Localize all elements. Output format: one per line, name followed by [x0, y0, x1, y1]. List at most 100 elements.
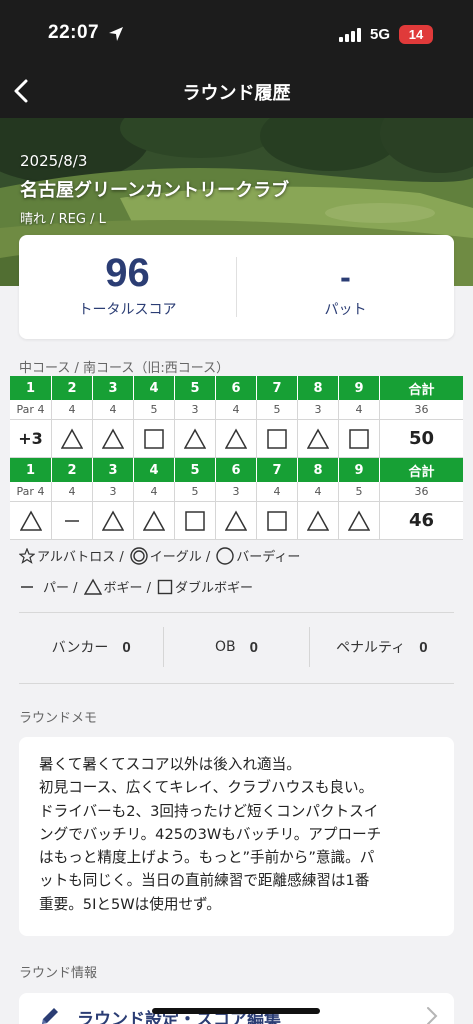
round-conditions: 晴れ / REG / L — [20, 212, 106, 227]
hole-number: 7 — [257, 376, 298, 400]
battery-level: 14 — [408, 27, 424, 42]
hole-number: 6 — [216, 376, 257, 400]
battery-icon: 14 — [399, 25, 433, 44]
hole-score — [298, 420, 339, 458]
hole-number: 6 — [216, 458, 257, 482]
hole-score — [298, 502, 339, 540]
bogey-triangle-icon — [102, 427, 124, 449]
putts-label: パット — [324, 302, 367, 318]
hole-par: 4 — [52, 482, 93, 502]
par-dash-icon — [65, 519, 79, 522]
hole-score — [93, 420, 134, 458]
score-summary-card: 96 トータルスコア - パット — [19, 235, 454, 339]
hole-par: 3 — [298, 400, 339, 420]
double-bogey-square-icon — [144, 428, 164, 449]
hole-number: 3 — [93, 458, 134, 482]
hole-number: 9 — [339, 376, 380, 400]
round-date: 2025/8/3 — [20, 152, 88, 170]
hole-number: 2 — [52, 376, 93, 400]
score-row: 46 — [10, 502, 463, 540]
hole-number: 8 — [298, 458, 339, 482]
scorecard-half-2: 1 2 3 4 5 6 7 8 9 合計 Par 4 4 3 4 5 3 4 4 5 36 46 — [10, 458, 463, 540]
score-legend-row-2: パー / ボギー / ダブルボギー — [19, 577, 253, 596]
course-name: 名古屋グリーンカントリークラブ — [20, 180, 290, 201]
hole-score — [52, 420, 93, 458]
total-score-value: 96 — [105, 251, 150, 295]
stat-bunker: バンカー 0 — [19, 627, 163, 667]
hole-number-row: 1 2 3 4 5 6 7 8 9 合計 — [10, 458, 463, 482]
double-bogey-square-icon — [185, 510, 205, 531]
status-bar: 22:07 5G 14 — [0, 0, 473, 64]
bunker-label: バンカー — [51, 640, 109, 656]
hole-score — [175, 420, 216, 458]
network-type: 5G — [370, 26, 391, 43]
bogey-triangle-icon — [184, 427, 206, 449]
status-time: 22:07 — [48, 22, 100, 43]
course-label: 中コース / 南コース（旧:西コース） — [19, 361, 230, 376]
star-icon — [19, 547, 35, 564]
hole-number: 8 — [298, 376, 339, 400]
memo-card: 暑くて暑くてスコア以外は後入れ適当。 初見コース、広くてキレイ、クラブハウスも良… — [19, 737, 454, 936]
par-total: 36 — [380, 400, 463, 420]
pencil-icon — [42, 1008, 58, 1024]
bogey-triangle-icon — [225, 509, 247, 531]
scorecard-half-1: 1 2 3 4 5 6 7 8 9 合計 Par 4 4 4 5 3 4 5 3 4 36 +3 50 — [10, 376, 463, 458]
par-total: 36 — [380, 482, 463, 502]
hole-score — [339, 502, 380, 540]
triangle-icon — [83, 578, 102, 595]
bogey-triangle-icon — [307, 509, 329, 531]
hole-par: 5 — [257, 400, 298, 420]
bogey-triangle-icon — [348, 509, 370, 531]
hole-par: 4 — [298, 482, 339, 502]
hole-score — [10, 502, 52, 540]
hole-score — [216, 502, 257, 540]
hole-score — [257, 502, 298, 540]
double-bogey-square-icon — [267, 510, 287, 531]
hole-par: 4 — [52, 400, 93, 420]
location-arrow-icon — [109, 27, 123, 41]
hole-number: 5 — [175, 458, 216, 482]
total-header: 合計 — [380, 458, 463, 482]
hole-par: 5 — [175, 482, 216, 502]
legend-birdie: バーディー — [236, 550, 301, 565]
hole-par: 5 — [134, 400, 175, 420]
bogey-triangle-icon — [143, 509, 165, 531]
hole-par: 3 — [93, 482, 134, 502]
divider — [19, 683, 454, 684]
hole-par: Par 4 — [10, 400, 52, 420]
score-legend-row-1: アルバトロス / イーグル / バーディー — [19, 546, 300, 565]
par-row: Par 4 4 4 5 3 4 5 3 4 36 — [10, 400, 463, 420]
stat-penalty: ペナルティ 0 — [308, 627, 454, 667]
hole-score — [175, 502, 216, 540]
hole-number: 1 — [10, 458, 52, 482]
navigation-bar: ラウンド履歴 — [0, 64, 473, 118]
round-stats: バンカー 0 OB 0 ペナルティ 0 — [19, 627, 454, 667]
stat-ob: OB 0 — [163, 627, 308, 667]
hole-number-row: 1 2 3 4 5 6 7 8 9 合計 — [10, 376, 463, 400]
total-header: 合計 — [380, 376, 463, 400]
hole-number: 9 — [339, 458, 380, 482]
memo-text: 暑くて暑くてスコア以外は後入れ適当。 初見コース、広くてキレイ、クラブハウスも良… — [39, 756, 382, 913]
double-bogey-square-icon — [267, 428, 287, 449]
legend-eagle: イーグル / — [149, 550, 211, 565]
bogey-triangle-icon — [102, 509, 124, 531]
bogey-triangle-icon — [225, 427, 247, 449]
hole-par: 4 — [339, 400, 380, 420]
circle-icon — [216, 546, 234, 565]
hole-score — [216, 420, 257, 458]
hole-par: 4 — [216, 400, 257, 420]
chevron-right-icon — [427, 1007, 438, 1024]
penalty-value: 0 — [419, 638, 428, 656]
memo-section-label: ラウンドメモ — [19, 711, 98, 726]
ob-value: 0 — [249, 638, 258, 656]
par-row: Par 4 4 3 4 5 3 4 4 5 36 — [10, 482, 463, 502]
hole-score — [257, 420, 298, 458]
hole-number: 1 — [10, 376, 52, 400]
square-icon — [157, 579, 173, 594]
hole-number: 5 — [175, 376, 216, 400]
dash-icon — [21, 585, 33, 588]
legend-albatross: アルバトロス / — [37, 550, 124, 565]
score-row: +3 50 — [10, 420, 463, 458]
hole-par: 5 — [339, 482, 380, 502]
home-indicator — [152, 1008, 320, 1014]
